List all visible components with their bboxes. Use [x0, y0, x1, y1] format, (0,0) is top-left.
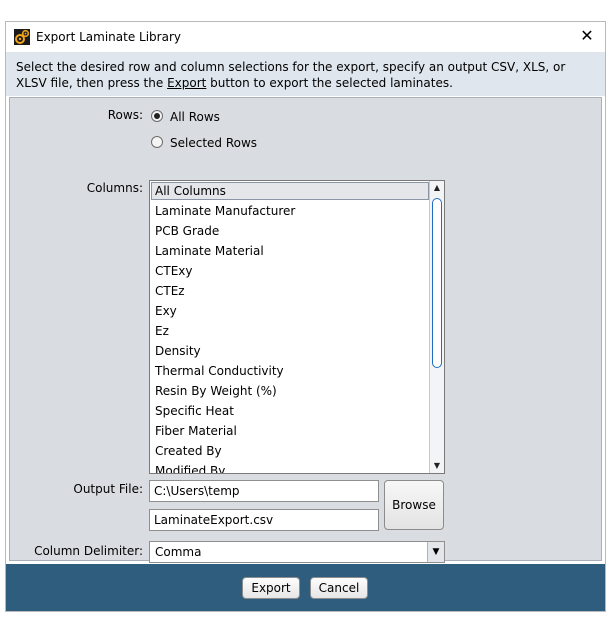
all-rows-label[interactable]: All Rows — [170, 110, 220, 124]
cancel-button[interactable]: Cancel — [310, 577, 368, 599]
window-title: Export Laminate Library — [36, 30, 181, 44]
column-delimiter-label: Column Delimiter: — [34, 544, 143, 558]
list-item[interactable]: All Columns — [155, 184, 226, 198]
list-item[interactable]: Thermal Conductivity — [155, 364, 284, 378]
list-item[interactable]: CTExy — [155, 264, 193, 278]
radio-selected-dot — [154, 113, 160, 119]
button-bar: Export Cancel — [6, 564, 605, 611]
instructions-export-link: Export — [167, 76, 207, 90]
selected-rows-radio[interactable] — [151, 136, 163, 148]
column-delimiter-value: Comma — [155, 545, 202, 559]
column-delimiter-select[interactable]: Comma ▼ — [149, 541, 445, 563]
output-file-label: Output File: — [73, 482, 143, 496]
list-item[interactable]: Modified By — [155, 464, 225, 473]
instructions-panel: Select the desired row and column select… — [6, 52, 605, 96]
list-item[interactable]: Resin By Weight (%) — [155, 384, 277, 398]
list-item[interactable]: CTEz — [155, 284, 185, 298]
list-item[interactable]: PCB Grade — [155, 224, 219, 238]
list-item[interactable]: Created By — [155, 444, 222, 458]
list-item[interactable]: Fiber Material — [155, 424, 237, 438]
export-button[interactable]: Export — [242, 577, 300, 599]
list-item[interactable]: Density — [155, 344, 201, 358]
list-item[interactable]: Specific Heat — [155, 404, 234, 418]
list-item[interactable]: Exy — [155, 304, 177, 318]
rows-label: Rows: — [107, 108, 143, 122]
scrollbar-thumb[interactable] — [432, 198, 442, 368]
export-dialog: Export Laminate Library ✕ Select the des… — [5, 21, 606, 612]
gear-app-icon — [14, 29, 30, 45]
output-directory-field[interactable]: C:\Users\temp — [149, 480, 379, 502]
instructions-part2: button to export the selected laminates. — [206, 76, 453, 90]
columns-scrollbar[interactable]: ▲ ▼ — [429, 181, 444, 473]
output-filename-field[interactable]: LaminateExport.csv — [149, 509, 379, 531]
browse-button[interactable]: Browse — [384, 480, 444, 530]
all-rows-radio[interactable] — [151, 110, 163, 122]
scroll-down-arrow-icon[interactable]: ▼ — [430, 459, 444, 473]
selected-rows-label[interactable]: Selected Rows — [170, 136, 257, 150]
dropdown-arrow-icon[interactable]: ▼ — [427, 542, 444, 562]
scroll-up-arrow-icon[interactable]: ▲ — [430, 181, 444, 195]
list-item[interactable]: Laminate Material — [155, 244, 264, 258]
close-icon[interactable]: ✕ — [577, 26, 597, 46]
columns-label: Columns: — [86, 181, 143, 195]
title-bar: Export Laminate Library ✕ — [6, 22, 605, 52]
list-item[interactable]: Ez — [155, 324, 169, 338]
columns-list[interactable]: All Columns Laminate Manufacturer PCB Gr… — [149, 180, 445, 474]
list-item[interactable]: Laminate Manufacturer — [155, 204, 295, 218]
options-panel: Rows: All Rows Selected Rows Columns: Al… — [9, 97, 602, 563]
instructions-text: Select the desired row and column select… — [16, 59, 596, 91]
